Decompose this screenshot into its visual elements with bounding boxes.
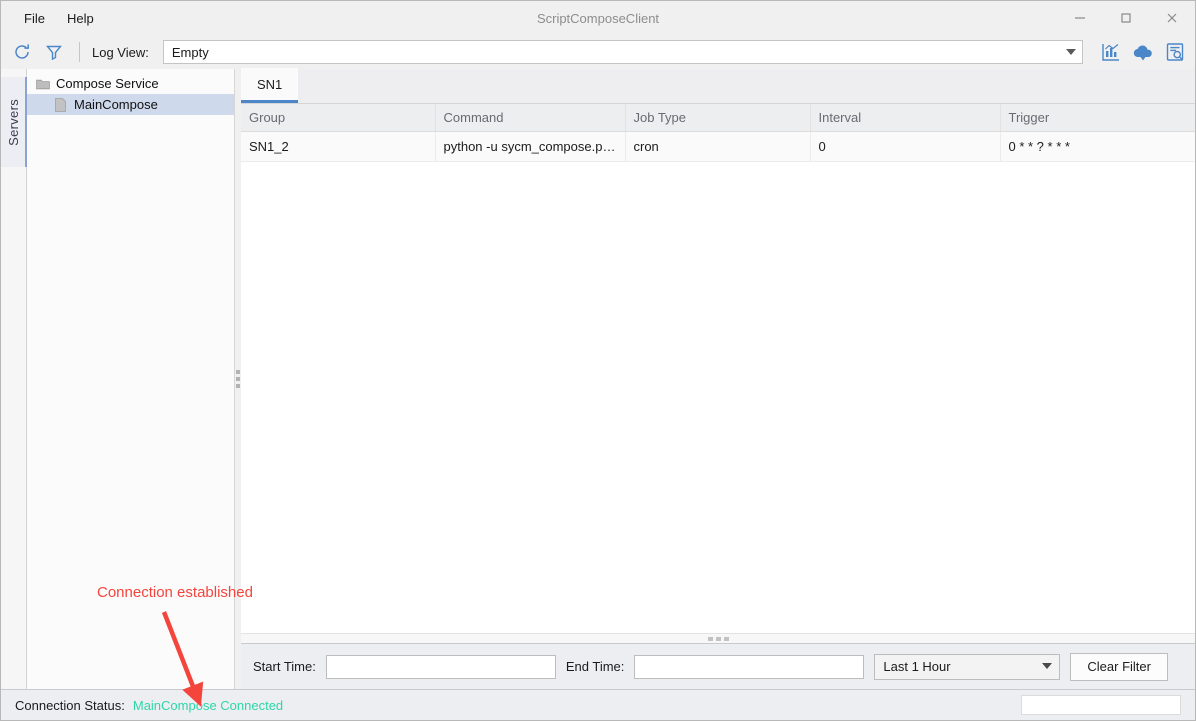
- tree-item-label: MainCompose: [74, 97, 158, 112]
- table-header-row: Group Command Job Type Interval Trigger: [241, 104, 1195, 132]
- menu-item-help[interactable]: Help: [56, 8, 105, 29]
- toolbar-right-icons: [1099, 40, 1187, 64]
- close-icon[interactable]: [1149, 1, 1195, 35]
- servers-tab-label: Servers: [5, 98, 21, 146]
- filter-bar: Start Time: End Time: Last 1 Hour Clear …: [241, 643, 1195, 689]
- column-header-command[interactable]: Command: [435, 104, 626, 132]
- end-time-label: End Time:: [565, 659, 625, 674]
- jobs-table-wrapper: Group Command Job Type Interval Trigger …: [241, 104, 1195, 633]
- menu-bar: File Help: [1, 1, 105, 35]
- start-time-label: Start Time:: [253, 659, 316, 674]
- connection-status-value: MainCompose Connected: [132, 697, 284, 713]
- cell-group: SN1_2: [241, 131, 436, 162]
- tab-sn1[interactable]: SN1: [241, 68, 299, 103]
- servers-tab-strip: Servers: [1, 69, 27, 689]
- server-tree-panel: Compose Service MainCompose: [27, 69, 235, 689]
- splitter-handle: [236, 370, 240, 388]
- title-bar: File Help ScriptComposeClient: [1, 1, 1195, 35]
- end-time-input[interactable]: [634, 654, 865, 679]
- time-range-combo[interactable]: Last 1 Hour: [874, 653, 1061, 680]
- tab-strip: SN1: [241, 68, 1195, 104]
- tab-label: SN1: [257, 76, 283, 92]
- chevron-down-icon[interactable]: [1035, 663, 1059, 670]
- clear-filter-button[interactable]: Clear Filter: [1070, 652, 1168, 681]
- file-icon: [53, 97, 68, 112]
- column-header-group[interactable]: Group: [241, 104, 436, 132]
- toolbar: Log View: Empty: [1, 35, 1195, 69]
- jobs-table: Group Command Job Type Interval Trigger …: [241, 104, 1195, 162]
- horizontal-splitter[interactable]: [241, 633, 1195, 643]
- start-time-input[interactable]: [325, 654, 556, 679]
- cell-interval: 0: [810, 131, 1001, 162]
- chevron-down-icon[interactable]: [1060, 41, 1082, 63]
- window-controls: [1057, 1, 1195, 35]
- main-body: Servers Compose Service MainCompose SN1 …: [1, 68, 1195, 689]
- log-view-value: Empty: [171, 44, 209, 60]
- column-header-job-type[interactable]: Job Type: [625, 104, 811, 132]
- time-range-value: Last 1 Hour: [883, 659, 951, 674]
- menu-item-file[interactable]: File: [13, 8, 56, 29]
- table-row[interactable]: SN1_2 python -u sycm_compose.py... cron …: [241, 131, 1195, 162]
- cloud-download-icon[interactable]: [1131, 40, 1155, 64]
- table-empty-space: [241, 162, 1195, 633]
- connection-status-label: Connection Status:: [15, 697, 125, 713]
- status-bar-field[interactable]: [1021, 695, 1181, 715]
- tree-item-label: Compose Service: [56, 76, 159, 91]
- window-title: ScriptComposeClient: [536, 10, 660, 26]
- statistics-chart-icon[interactable]: [1099, 40, 1123, 64]
- column-header-interval[interactable]: Interval: [810, 104, 1001, 132]
- cell-job-type: cron: [625, 131, 811, 162]
- filter-funnel-icon[interactable]: [41, 39, 67, 65]
- splitter-handle: [707, 636, 729, 641]
- toolbar-separator: [79, 42, 80, 62]
- column-header-trigger[interactable]: Trigger: [1000, 104, 1195, 132]
- tree-item-maincompose[interactable]: MainCompose: [27, 94, 234, 115]
- cell-trigger: 0 * * ? * * *: [1000, 131, 1195, 162]
- log-view-label: Log View:: [92, 44, 149, 60]
- log-view-combo[interactable]: Empty: [162, 40, 1083, 64]
- content-area: SN1 Group Command Job Type Interval Trig…: [241, 68, 1195, 689]
- maximize-icon[interactable]: [1103, 1, 1149, 35]
- refresh-icon[interactable]: [9, 39, 35, 65]
- application-window: File Help ScriptComposeClient Log View: …: [0, 0, 1196, 721]
- document-search-icon[interactable]: [1163, 40, 1187, 64]
- minimize-icon[interactable]: [1057, 1, 1103, 35]
- cell-command: python -u sycm_compose.py...: [435, 131, 626, 162]
- sidebar-tab-servers[interactable]: Servers: [1, 77, 27, 167]
- status-bar: Connection Status: MainCompose Connected: [1, 689, 1195, 720]
- tree-item-compose-service[interactable]: Compose Service: [27, 73, 234, 94]
- folder-icon: [35, 76, 50, 91]
